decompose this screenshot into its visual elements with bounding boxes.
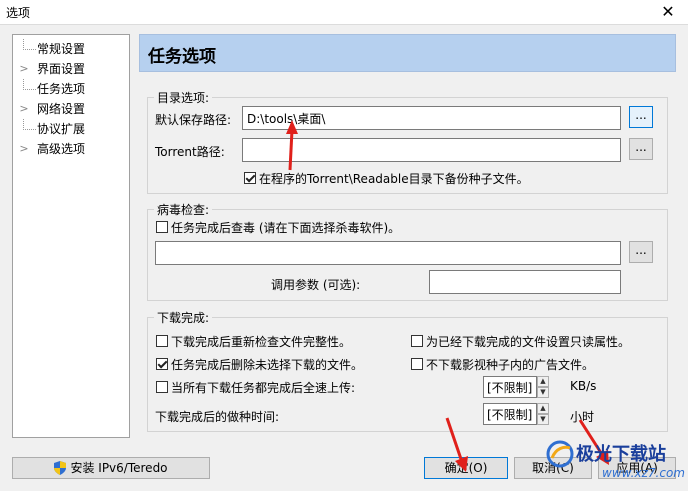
chevron-right-icon[interactable]: >	[19, 99, 29, 119]
watermark: 极光下载站 www.xz7.com	[540, 438, 686, 490]
spin-up-icon[interactable]: ▲	[537, 403, 549, 414]
spin-up-icon[interactable]: ▲	[537, 376, 549, 387]
virus-scan-label: 任务完成后查毒 (请在下面选择杀毒软件)。	[171, 221, 401, 235]
upload-speed-stepper[interactable]: [不限制] ▲ ▼	[483, 376, 549, 398]
antivirus-browse-button[interactable]: ...	[629, 241, 653, 263]
backup-torrent-label: 在程序的Torrent\Readable目录下备份种子文件。	[259, 172, 529, 186]
group-title: 病毒检查:	[154, 201, 213, 218]
full-upload-label: 当所有下载任务都完成后全速上传:	[171, 381, 356, 395]
install-ipv6-button[interactable]: 安装 IPv6/Teredo	[12, 457, 210, 479]
seed-time-unit: 小时	[570, 410, 595, 424]
watermark-logo-icon	[546, 440, 574, 468]
seed-time-value[interactable]: [不限制]	[483, 403, 537, 425]
tree-line	[23, 119, 36, 130]
tree-item-label: 协议扩展	[37, 122, 86, 136]
delete-unselected-label: 任务完成后删除未选择下载的文件。	[171, 358, 364, 372]
params-label: 调用参数 (可选):	[271, 278, 361, 292]
tree-item-task-options[interactable]: 任务选项	[13, 79, 129, 99]
virus-scan-checkbox[interactable]	[156, 221, 168, 233]
watermark-url: www.xz7.com	[602, 466, 685, 480]
recheck-checkbox[interactable]	[156, 335, 168, 347]
close-icon[interactable]: ✕	[658, 2, 678, 22]
no-ads-label: 不下载影视种子内的广告文件。	[426, 358, 595, 372]
save-path-label: 默认保存路径:	[155, 113, 232, 127]
section-header: 任务选项	[139, 34, 676, 72]
readonly-label: 为已经下载完成的文件设置只读属性。	[426, 335, 631, 349]
install-ipv6-label: 安装 IPv6/Teredo	[70, 461, 168, 475]
torrent-path-label: Torrent路径:	[155, 145, 225, 159]
tree-item-protocol[interactable]: 协议扩展	[13, 119, 129, 139]
group-title: 目录选项:	[154, 89, 213, 106]
tree-line	[23, 39, 36, 50]
torrent-path-input[interactable]	[242, 138, 621, 162]
tree-line	[23, 79, 36, 90]
no-ads-checkbox[interactable]	[411, 358, 423, 370]
watermark-text: 极光下载站	[576, 444, 666, 465]
tree-item-interface[interactable]: > 界面设置	[13, 59, 129, 79]
tree-item-label: 高级选项	[37, 142, 86, 156]
shield-icon	[54, 461, 67, 475]
title-bar: 选项 ✕	[0, 0, 688, 25]
params-input[interactable]	[429, 270, 621, 294]
save-path-input[interactable]: D:\tools\桌面\	[242, 106, 621, 130]
backup-torrent-checkbox[interactable]	[244, 172, 256, 184]
seed-time-label: 下载完成后的做种时间:	[155, 410, 280, 424]
spin-down-icon[interactable]: ▼	[537, 387, 549, 398]
tree-item-advanced[interactable]: > 高级选项	[13, 139, 129, 159]
options-tree[interactable]: 常规设置 > 界面设置 任务选项 > 网络设置 协议扩展 > 高级选项	[12, 34, 130, 438]
window-title: 选项	[6, 6, 31, 20]
full-upload-checkbox[interactable]	[156, 381, 168, 393]
page-title: 任务选项	[148, 47, 216, 67]
upload-speed-value[interactable]: [不限制]	[483, 376, 537, 398]
tree-item-network[interactable]: > 网络设置	[13, 99, 129, 119]
group-title: 下载完成:	[154, 309, 213, 326]
upload-unit: KB/s	[570, 379, 597, 393]
chevron-right-icon[interactable]: >	[19, 139, 29, 159]
delete-unselected-checkbox[interactable]	[156, 358, 168, 370]
tree-item-label: 界面设置	[37, 62, 86, 76]
save-path-browse-button[interactable]: ...	[629, 106, 653, 128]
tree-item-label: 任务选项	[37, 82, 86, 96]
antivirus-path-input[interactable]	[155, 241, 621, 265]
readonly-checkbox[interactable]	[411, 335, 423, 347]
chevron-right-icon[interactable]: >	[19, 59, 29, 79]
tree-item-label: 网络设置	[37, 102, 86, 116]
seed-time-stepper[interactable]: [不限制] ▲ ▼	[483, 403, 549, 425]
tree-item-general[interactable]: 常规设置	[13, 39, 129, 59]
recheck-label: 下载完成后重新检查文件完整性。	[171, 335, 352, 349]
torrent-path-browse-button[interactable]: ...	[629, 138, 653, 160]
tree-item-label: 常规设置	[37, 42, 86, 56]
spin-down-icon[interactable]: ▼	[537, 414, 549, 425]
ok-button[interactable]: 确定(O)	[424, 457, 508, 479]
